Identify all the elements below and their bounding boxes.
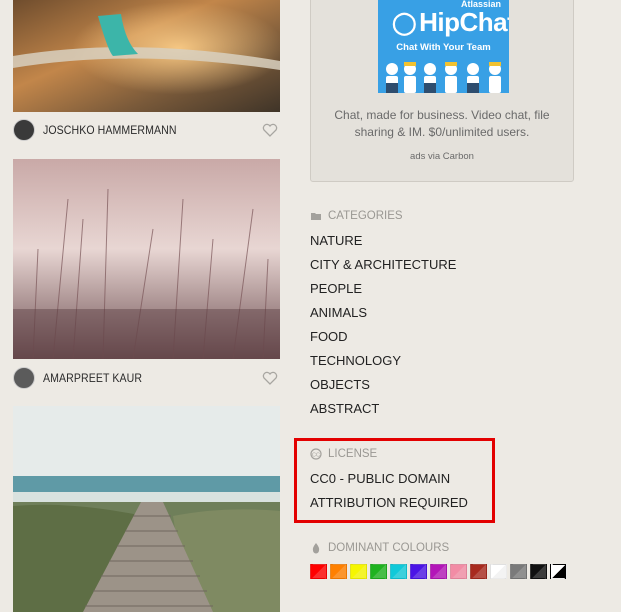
photo-frosted-plants[interactable] <box>13 159 280 359</box>
ad-brand-name: HipChat <box>419 7 509 37</box>
category-animals[interactable]: ANIMALS <box>310 305 367 320</box>
license-title: LICENSE <box>328 448 378 460</box>
license-attribution-required[interactable]: ATTRIBUTION REQUIRED <box>310 495 468 510</box>
folder-icon <box>311 213 321 220</box>
avatar[interactable] <box>13 119 35 141</box>
license-cc0[interactable]: CC0 - PUBLIC DOMAIN <box>310 471 450 486</box>
author-row: AMARPREET KAUR <box>13 366 280 390</box>
heart-icon[interactable] <box>262 371 278 385</box>
category-technology[interactable]: TECHNOLOGY <box>310 353 401 368</box>
colours-heading: DOMINANT COLOURS <box>310 542 449 554</box>
ad-tagline: Chat With Your Team <box>396 42 491 53</box>
colour-swatch-yellow[interactable] <box>350 564 367 579</box>
ad-text[interactable]: Chat, made for business. Video chat, fil… <box>321 107 563 141</box>
ad-banner[interactable]: Atlassian ◯ HipChat Chat With Your Team <box>378 0 509 93</box>
colour-swatch-red[interactable] <box>310 564 327 579</box>
colour-swatch-brown[interactable] <box>470 564 487 579</box>
colour-swatch-turquoise[interactable] <box>390 564 407 579</box>
category-objects[interactable]: OBJECTS <box>310 377 370 392</box>
colour-swatch-black-and-white[interactable] <box>550 564 567 579</box>
author-row: JOSCHKO HAMMERMANN <box>13 118 280 142</box>
category-city-architecture[interactable]: CITY & ARCHITECTURE <box>310 257 456 272</box>
heart-icon[interactable] <box>262 123 278 137</box>
license-heading: cc LICENSE <box>310 448 377 460</box>
colour-swatch-pink[interactable] <box>450 564 467 579</box>
svg-text:cc: cc <box>312 452 320 458</box>
category-food[interactable]: FOOD <box>310 329 348 344</box>
category-people[interactable]: PEOPLE <box>310 281 362 296</box>
colour-swatches <box>310 564 570 579</box>
categories-title: CATEGORIES <box>328 210 403 222</box>
photo-beach-surfboard[interactable] <box>13 0 280 112</box>
people-illustration-icon <box>386 62 501 93</box>
colour-swatch-orange[interactable] <box>330 564 347 579</box>
colour-swatch-green[interactable] <box>370 564 387 579</box>
author-name[interactable]: AMARPREET KAUR <box>43 371 142 385</box>
colours-title: DOMINANT COLOURS <box>328 542 450 554</box>
avatar[interactable] <box>13 367 35 389</box>
carbon-ad[interactable]: Atlassian ◯ HipChat Chat With Your Team … <box>310 0 574 182</box>
colour-swatch-violet[interactable] <box>430 564 447 579</box>
category-abstract[interactable]: ABSTRACT <box>310 401 379 416</box>
colour-swatch-white[interactable] <box>490 564 507 579</box>
author-name[interactable]: JOSCHKO HAMMERMANN <box>43 123 177 137</box>
colour-swatch-black[interactable] <box>530 564 547 579</box>
colour-swatch-gray[interactable] <box>510 564 527 579</box>
creative-commons-icon: cc <box>310 448 322 460</box>
categories-heading: CATEGORIES <box>310 210 403 222</box>
colour-swatch-blue[interactable] <box>410 564 427 579</box>
chat-bubble-icon: ◯ <box>392 9 417 35</box>
droplet-icon <box>312 543 320 554</box>
ad-brand: ◯ HipChat <box>392 7 509 38</box>
photo-boardwalk-beach[interactable] <box>13 406 280 612</box>
category-nature[interactable]: NATURE <box>310 233 362 248</box>
ad-via-carbon[interactable]: ads via Carbon <box>311 151 573 162</box>
